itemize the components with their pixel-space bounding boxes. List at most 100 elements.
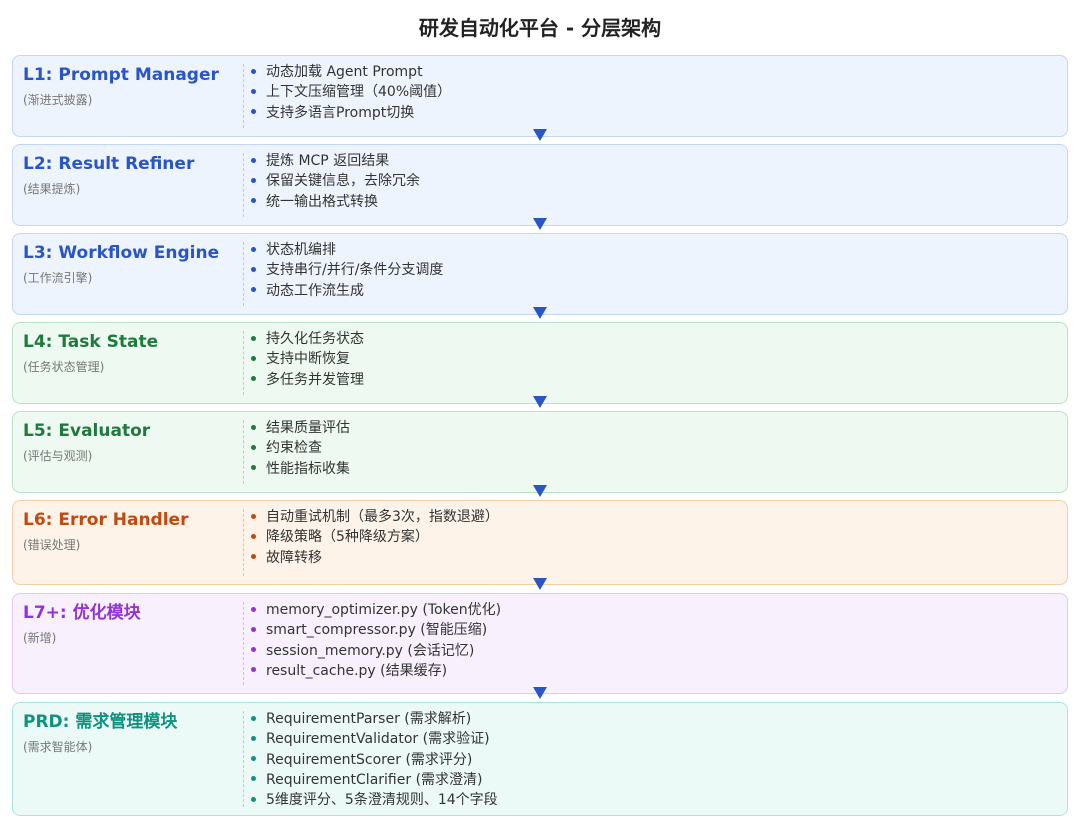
layer-items: memory_optimizer.py (Token优化) smart_comp… [249,600,501,681]
bullet-icon [251,647,256,653]
layer-subtitle: (错误处理) [23,538,81,552]
down-arrow-icon [533,129,547,141]
layer-items: 结果质量评估 约束检查 性能指标收集 [249,418,350,479]
down-arrow-icon [533,218,547,230]
bullet-icon [251,88,256,94]
bullet-icon [251,554,256,560]
layer-subtitle: (评估与观测) [23,449,93,463]
list-item: RequirementValidator (需求验证) [249,729,498,749]
layer-items: 持久化任务状态 支持中断恢复 多任务并发管理 [249,329,364,390]
list-item: 保留关键信息，去除冗余 [249,171,420,191]
down-arrow-icon [533,396,547,408]
list-item: RequirementParser (需求解析) [249,709,498,729]
list-item: 结果质量评估 [249,418,350,438]
divider [243,509,244,576]
bullet-icon [251,735,256,741]
divider [243,64,244,128]
down-arrow-icon [533,578,547,590]
bullet-icon [251,157,256,163]
layer-l7: L7+: 优化模块 (新增) memory_optimizer.py (Toke… [12,593,1068,694]
list-item: 降级策略（5种降级方案） [249,527,499,547]
layer-subtitle: (需求智能体) [23,740,93,754]
bullet-icon [251,715,256,721]
down-arrow-icon [533,485,547,497]
divider [243,711,244,807]
list-item: 约束检查 [249,438,350,458]
bullet-icon [251,465,256,471]
bullet-icon [251,626,256,632]
list-item: RequirementClarifier (需求澄清) [249,770,498,790]
layer-name: L1: Prompt Manager [23,65,219,85]
bullet-icon [251,444,256,450]
layer-name: L6: Error Handler [23,510,189,530]
layer-items: 状态机编排 支持串行/并行/条件分支调度 动态工作流生成 [249,240,443,301]
divider [243,331,244,395]
page-title: 研发自动化平台 - 分层架构 [418,16,662,40]
list-item: 支持多语言Prompt切换 [249,103,451,123]
bullet-icon [251,287,256,293]
layer-subtitle: (渐进式披露) [23,93,93,107]
list-item: session_memory.py (会话记忆) [249,641,501,661]
divider [243,242,244,306]
layer-subtitle: (工作流引擎) [23,271,93,285]
list-item: 自动重试机制（最多3次，指数退避） [249,507,499,527]
list-item: 统一输出格式转换 [249,192,420,212]
layer-l5: L5: Evaluator (评估与观测) 结果质量评估 约束检查 性能指标收集 [12,411,1068,493]
list-item: memory_optimizer.py (Token优化) [249,600,501,620]
list-item: result_cache.py (结果缓存) [249,661,501,681]
list-item: 支持中断恢复 [249,349,364,369]
down-arrow-icon [533,687,547,699]
layer-subtitle: (新增) [23,631,57,645]
layer-name: L5: Evaluator [23,421,151,441]
bullet-icon [251,68,256,74]
list-item: 支持串行/并行/条件分支调度 [249,260,443,280]
bullet-icon [251,355,256,361]
list-item: 动态工作流生成 [249,281,443,301]
layer-name: L2: Result Refiner [23,154,195,174]
layer-l2: L2: Result Refiner (结果提炼) 提炼 MCP 返回结果 保留… [12,144,1068,226]
bullet-icon [251,266,256,272]
divider [243,153,244,217]
bullet-icon [251,776,256,782]
list-item: 性能指标收集 [249,459,350,479]
bullet-icon [251,606,256,612]
layer-l4: L4: Task State (任务状态管理) 持久化任务状态 支持中断恢复 多… [12,322,1068,404]
layer-l1: L1: Prompt Manager (渐进式披露) 动态加载 Agent Pr… [12,55,1068,137]
list-item: 多任务并发管理 [249,370,364,390]
layer-items: 自动重试机制（最多3次，指数退避） 降级策略（5种降级方案） 故障转移 [249,507,499,568]
layer-prd: PRD: 需求管理模块 (需求智能体) RequirementParser (需… [12,702,1068,816]
bullet-icon [251,513,256,519]
list-item: 持久化任务状态 [249,329,364,349]
bullet-icon [251,756,256,762]
layer-items: 提炼 MCP 返回结果 保留关键信息，去除冗余 统一输出格式转换 [249,151,420,212]
list-item: 提炼 MCP 返回结果 [249,151,420,171]
layer-l6: L6: Error Handler (错误处理) 自动重试机制（最多3次，指数退… [12,500,1068,585]
bullet-icon [251,246,256,252]
bullet-icon [251,533,256,539]
layer-name: L4: Task State [23,332,159,352]
bullet-icon [251,198,256,204]
list-item: 故障转移 [249,548,499,568]
layer-items: RequirementParser (需求解析) RequirementVali… [249,709,498,810]
divider [243,602,244,685]
layer-items: 动态加载 Agent Prompt 上下文压缩管理（40%阈值） 支持多语言Pr… [249,62,451,123]
layer-name: PRD: 需求管理模块 [23,712,178,732]
bullet-icon [251,109,256,115]
bullet-icon [251,376,256,382]
down-arrow-icon [533,307,547,319]
bullet-icon [251,424,256,430]
list-item: 上下文压缩管理（40%阈值） [249,82,451,102]
layer-subtitle: (任务状态管理) [23,360,105,374]
layer-name: L3: Workflow Engine [23,243,220,263]
list-item: 状态机编排 [249,240,443,260]
bullet-icon [251,335,256,341]
layer-name: L7+: 优化模块 [23,603,141,623]
bullet-icon [251,177,256,183]
layer-l3: L3: Workflow Engine (工作流引擎) 状态机编排 支持串行/并… [12,233,1068,315]
divider [243,420,244,484]
layer-subtitle: (结果提炼) [23,182,81,196]
bullet-icon [251,667,256,673]
list-item: 动态加载 Agent Prompt [249,62,451,82]
bullet-icon [251,796,256,802]
list-item: smart_compressor.py (智能压缩) [249,620,501,640]
